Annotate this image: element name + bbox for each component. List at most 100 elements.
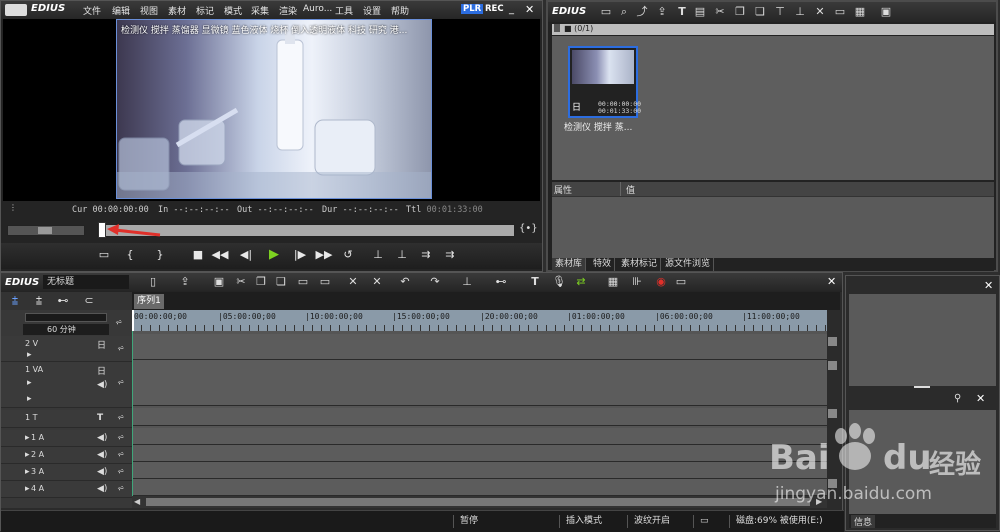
track-expand-icon[interactable]: ▸ [27,350,32,360]
track-area[interactable] [132,331,827,496]
insert-icon[interactable]: ⊥ [792,5,808,19]
track-sync-icon[interactable]: ⩫ [117,413,125,423]
video-mute-icon[interactable]: 日 [97,364,106,377]
microphone-icon[interactable]: 🎙 [551,275,567,289]
tab-bin[interactable]: 素材库 [552,258,587,271]
track-lane-2v[interactable] [132,334,827,360]
minimize-icon[interactable]: _ [509,4,514,15]
audio-mute-icon[interactable]: ◀) [97,484,107,494]
properties-icon[interactable]: ▭ [832,5,848,19]
sync-lock-icon[interactable]: ⊂ [81,294,97,308]
track-head-1a[interactable]: 1 A ▸ ◀) ⩫ [1,430,132,447]
bin-menu-icon[interactable]: ▣ [878,5,894,19]
menu-help[interactable]: 帮助 [391,4,409,17]
menu-mode[interactable]: 模式 [224,4,242,17]
bin-clip-area[interactable]: 日 00:00:00:00 00:01:33:00 检测仪 搅拌 蒸... [552,36,994,180]
track-lane-3a[interactable] [132,462,827,479]
copy-icon[interactable]: ❐ [732,5,748,19]
search-icon[interactable]: ⌕ [616,5,632,19]
grid-icon[interactable]: ▦ [605,275,621,289]
horizontal-scrollbar[interactable]: ◀ ▶ [132,496,827,508]
set-out-icon[interactable]: } [151,247,169,263]
audio-mute-icon[interactable]: ◀) [97,380,107,390]
track-expand-icon[interactable]: ▸ [27,378,32,388]
undo-icon[interactable]: ↶ [397,275,413,289]
open-project-icon[interactable]: ⇪ [177,275,193,289]
timeline-ruler[interactable]: 00:00:00;00 |05:00:00;00 |10:00:00;00 |1… [132,310,827,331]
tab-effects[interactable]: 特效 [590,258,616,271]
pin-icon[interactable]: ⚲ [954,393,961,404]
menu-edit[interactable]: 编辑 [112,4,130,17]
step-forward-icon[interactable]: |▶ [291,247,309,263]
track-sync-icon[interactable]: ⩫ [117,344,125,354]
play-icon[interactable]: ▶ [265,247,283,263]
link-icon[interactable]: ⊷ [493,275,509,289]
track-sync-icon[interactable]: ⩫ [117,378,125,388]
paste-clip-icon[interactable]: ❏ [273,275,289,289]
view-mode-icon[interactable]: ▦ [852,5,868,19]
scroll-left-icon[interactable]: ◀ [134,497,140,506]
track-height-icon[interactable]: ⩲ [31,294,47,308]
step-back-icon[interactable]: ◀| [237,247,255,263]
track-expand-icon[interactable]: ▸ [25,450,30,460]
title-track-icon[interactable]: T [97,413,103,423]
clip-thumbnail[interactable]: 日 00:00:00:00 00:01:33:00 [568,46,641,118]
cut-icon[interactable]: ✂ [712,5,728,19]
track-sync-icon[interactable]: ⩫ [117,484,125,494]
menu-tools[interactable]: 工具 [335,4,353,17]
delete-clip-icon[interactable]: ✕ [345,275,361,289]
zoom-control[interactable]: 60 分钟 [23,324,109,335]
audio-mute-icon[interactable]: ◀) [97,467,107,477]
track-head-4a[interactable]: 4 A ▸ ◀) ⩫ [1,481,132,498]
hscroll-thumb[interactable] [146,498,810,506]
scroll-up-icon[interactable] [828,409,837,418]
loop-play-icon[interactable]: ↺ [339,247,357,263]
replace-part-icon[interactable]: ▭ [317,275,333,289]
delete-icon[interactable]: ✕ [812,5,828,19]
audio-mute-icon[interactable]: ◀) [97,450,107,460]
tab-source-browser[interactable]: 源文件浏览 [662,258,715,271]
track-head-3a[interactable]: 3 A ▸ ◀) ⩫ [1,464,132,481]
jog-slider[interactable] [7,225,85,236]
redo-icon[interactable]: ↷ [427,275,443,289]
ripple-delete-icon[interactable]: ✕ [369,275,385,289]
track-sync-icon[interactable]: ⩫ [117,433,125,443]
track-expand-icon[interactable]: ▸ [25,484,30,494]
panel-close-icon[interactable]: ✕ [976,392,985,405]
track-expand-icon[interactable]: ▸ [25,433,30,443]
fast-forward-icon[interactable]: ▶▶ [315,247,333,263]
stop-icon[interactable]: ■ [189,247,207,263]
new-folder-icon[interactable]: ▭ [598,5,614,19]
add-title-icon[interactable]: T [674,5,690,19]
close-icon[interactable]: ✕ [525,3,534,16]
cut-clip-icon[interactable]: ✂ [233,275,249,289]
menu-view[interactable]: 视图 [140,4,158,17]
mixer-icon[interactable]: ⊪ [629,275,645,289]
video-mute-icon[interactable]: 日 [97,338,106,351]
add-title-track-icon[interactable]: T [527,275,543,289]
track-lane-1va[interactable] [132,360,827,406]
timescale-icon[interactable]: ⩫ [115,318,123,328]
track-sync-icon[interactable]: ⩫ [117,467,125,477]
menu-settings[interactable]: 设置 [363,4,381,17]
menu-clip[interactable]: 素材 [168,4,186,17]
scroll-up-icon[interactable] [828,337,837,346]
track-head-1va[interactable]: 1 VA ▸ ▸ 日 ◀) ⩫ [1,362,132,408]
insert-timeline-icon[interactable]: ⊥ [369,247,387,263]
overlay-icon[interactable]: ▭ [95,247,113,263]
timeline-close-icon[interactable]: ✕ [827,275,836,288]
tab-clip-markers[interactable]: 素材标记 [618,258,662,271]
paste-icon[interactable]: ❏ [752,5,768,19]
track-head-2a[interactable]: 2 A ▸ ◀) ⩫ [1,447,132,464]
playhead-cursor[interactable] [132,310,134,331]
track-expand-icon[interactable]: ▸ [25,467,30,477]
up-folder-icon[interactable]: ⤴ [634,5,650,19]
copy-clip-icon[interactable]: ❐ [253,275,269,289]
splitter-handle[interactable] [914,386,930,388]
track-lane-4a[interactable] [132,479,827,496]
set-in-icon[interactable]: { [121,247,139,263]
track-lane-1t[interactable] [132,408,827,426]
menu-capture[interactable]: 采集 [251,4,269,17]
save-project-icon[interactable]: ▣ [211,275,227,289]
track-link-icon[interactable]: ⊷ [55,294,71,308]
